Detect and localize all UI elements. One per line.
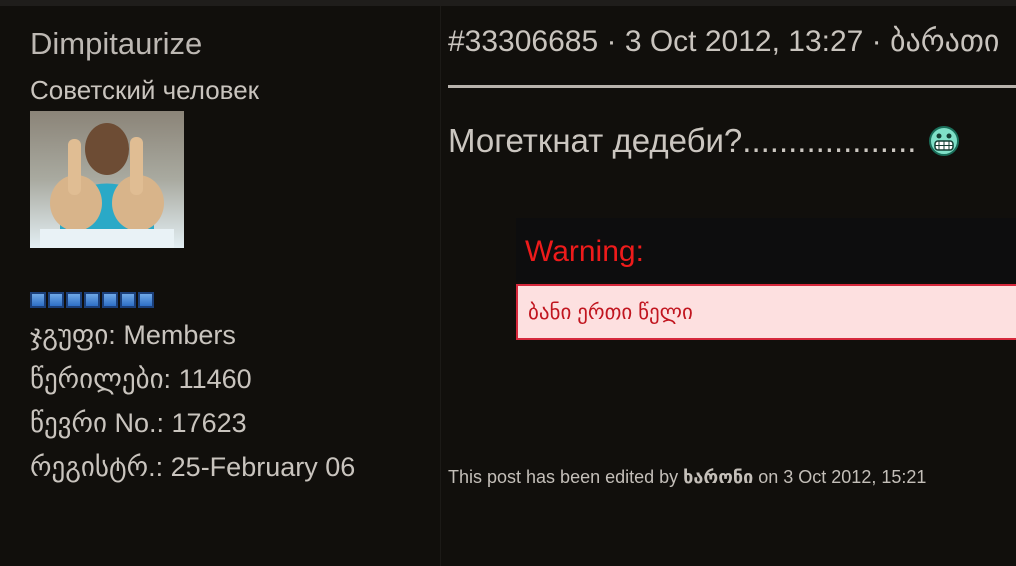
avatar-image bbox=[30, 111, 184, 248]
post-text: Могеткнат дедеби?................... bbox=[448, 122, 917, 159]
stat-posts-value: 11460 bbox=[178, 364, 252, 394]
stat-member-no-label: წევრი No.: bbox=[30, 408, 165, 438]
stat-group: ჯგუფი: Members bbox=[30, 320, 236, 351]
post-divider bbox=[448, 85, 1016, 88]
warning-body: ბანი ერთი წელი bbox=[516, 284, 1016, 340]
stat-registered: რეგისტრ.: 25-February 06 bbox=[30, 452, 355, 483]
author-avatar[interactable] bbox=[30, 111, 184, 248]
author-title: Советский человек bbox=[30, 75, 260, 105]
stat-member-no: წევრი No.: 17623 bbox=[30, 408, 247, 439]
rank-pip bbox=[30, 292, 46, 308]
post-body: Могеткнат дедеби?................... bbox=[448, 122, 960, 160]
author-username[interactable]: Dimpitaurize bbox=[30, 26, 202, 62]
rank-pip bbox=[120, 292, 136, 308]
post-panel: #33306685 · 3 Oct 2012, 13:27 · ბარათი М… bbox=[441, 6, 1016, 566]
edited-prefix: This post has been edited by bbox=[448, 467, 679, 487]
post-header[interactable]: #33306685 · 3 Oct 2012, 13:27 · ბარათი bbox=[448, 24, 999, 59]
rank-pips bbox=[30, 292, 154, 308]
rank-pip bbox=[66, 292, 82, 308]
edited-note: This post has been edited by ხარონი on 3… bbox=[448, 467, 926, 488]
edited-date: on 3 Oct 2012, 15:21 bbox=[758, 467, 927, 487]
rank-pip bbox=[48, 292, 64, 308]
stat-member-no-value: 17623 bbox=[171, 408, 247, 438]
warning-header: Warning: bbox=[516, 218, 1016, 282]
warning-title: Warning: bbox=[525, 235, 644, 268]
rank-pip bbox=[84, 292, 100, 308]
stat-posts: წერილები: 11460 bbox=[30, 364, 252, 395]
author-panel: Dimpitaurize Советский человек ჯგუფი: Me… bbox=[0, 6, 441, 566]
rank-pip bbox=[138, 292, 154, 308]
stat-group-value: Members bbox=[123, 320, 236, 350]
edited-by-user[interactable]: ხარონი bbox=[683, 467, 753, 487]
stat-posts-label: წერილები: bbox=[30, 364, 172, 394]
grin-emoticon-icon bbox=[929, 126, 960, 156]
stat-registered-label: რეგისტრ.: bbox=[30, 452, 164, 482]
warning-message: ბანი ერთი წელი bbox=[528, 301, 693, 324]
stat-group-label: ჯგუფი: bbox=[30, 320, 116, 350]
stat-registered-value: 25-February 06 bbox=[170, 452, 356, 482]
warning-box: Warning: ბანი ერთი წელი bbox=[516, 218, 1016, 342]
rank-pip bbox=[102, 292, 118, 308]
